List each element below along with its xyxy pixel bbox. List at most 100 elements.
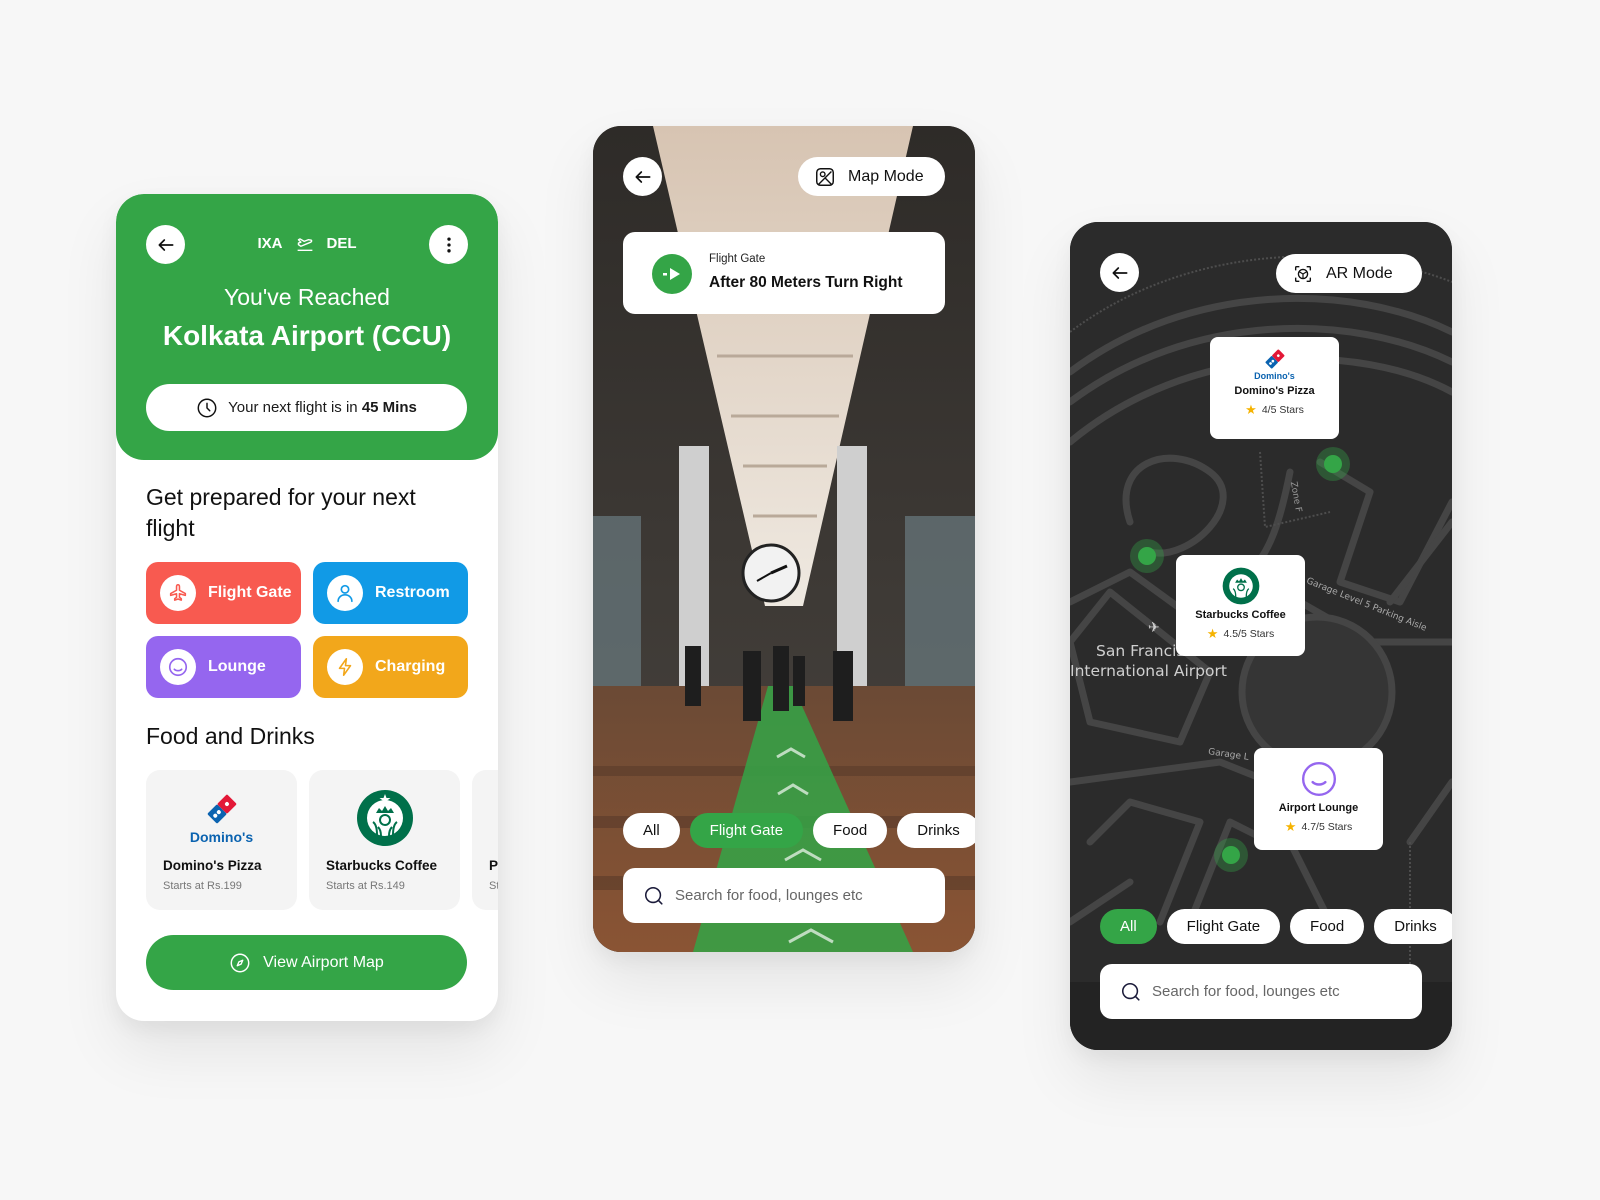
back-button[interactable] [1100,253,1139,292]
starbucks-logo [1176,567,1305,605]
map-marker[interactable] [1214,838,1248,872]
poi-rating: ★ 4.5/5 Stars [1176,626,1305,642]
chip-food[interactable]: Food [1290,909,1365,944]
greeting-text: You've Reached [224,284,390,310]
map-mode-button[interactable]: Map Mode [798,157,945,196]
poi-name: Domino's Pizza [1234,385,1315,397]
home-screen: IXA DEL You've Reached Kolkata Airport (… [116,194,498,1021]
poi-rating: ★ 4/5 Stars [1210,402,1339,418]
lightning-icon [338,657,352,677]
poi-rating-text: 4/5 Stars [1261,404,1304,416]
quick-action-label: Flight Gate [208,584,292,601]
arrow-left-icon [1112,266,1127,279]
poi-card-lounge[interactable]: Airport Lounge ★ 4.7/5 Stars [1254,748,1383,850]
starbucks-logo [309,788,460,848]
search-icon [1121,982,1140,1001]
quick-action-charging[interactable]: Charging [313,636,468,698]
back-button[interactable] [623,157,662,196]
quick-action-label: Restroom [375,584,450,601]
quick-action-flight-gate[interactable]: Flight Gate [146,562,301,624]
food-section-title: Food and Drinks [146,723,315,749]
view-airport-map-button[interactable]: View Airport Map [146,935,467,990]
chip-food[interactable]: Food [813,813,888,848]
more-vertical-icon [446,237,451,252]
food-name: Pi [489,858,498,873]
category-chips: All Flight Gate Food Drinks [623,813,975,848]
next-flight-prefix: Your next flight is in [228,399,362,416]
clock-icon [197,398,217,417]
map-marker[interactable] [1316,447,1350,481]
dominos-tile-icon [207,794,236,824]
prepare-title-line1: Get prepared for your next [146,484,416,510]
ar-mode-button[interactable]: AR Mode [1276,254,1422,293]
next-flight-time: 45 Mins [361,399,417,416]
prepare-title-line2: flight [146,515,195,541]
smile-icon [1301,761,1336,797]
search-input[interactable]: Search for food, lounges etc [623,868,945,923]
chip-all[interactable]: All [1100,909,1157,944]
airport-name: Kolkata Airport (CCU) [162,320,452,351]
starbucks-siren-icon [356,790,413,846]
dominos-wordmark: Domino's [189,829,254,845]
ar-mode-label: AR Mode [1326,264,1393,282]
smile-icon [168,657,188,677]
chip-all[interactable]: All [623,813,680,848]
map-marker[interactable] [1130,539,1164,573]
poi-name: Starbucks Coffee [1195,609,1286,621]
route-to: DEL [326,234,357,252]
poi-rating: ★ 4.7/5 Stars [1254,819,1383,835]
search-icon [644,886,663,905]
quick-action-label: Lounge [208,658,266,675]
destination-label: Flight Gate [709,253,766,265]
starbucks-siren-icon [1222,567,1259,605]
poi-card-starbucks[interactable]: Starbucks Coffee ★ 4.5/5 Stars [1176,555,1305,656]
turn-right-icon [652,254,692,294]
dominos-wordmark: Domino's [1254,371,1295,381]
chip-drinks[interactable]: Drinks [1374,909,1452,944]
compass-icon [230,953,250,972]
food-carousel[interactable]: Domino's Domino's Pizza Starts at Rs.199… [146,770,498,910]
map-screen: ✈ San Francisco International Airport Zo… [1070,222,1452,1050]
food-name: Starbucks Coffee [326,858,438,873]
airport-plane-icon: ✈ [1148,620,1160,636]
dominos-logo: Domino's [1210,347,1339,381]
search-input[interactable]: Search for food, lounges etc [1100,964,1422,1019]
header-banner: IXA DEL You've Reached Kolkata Airport (… [116,194,498,460]
food-price: Starts at Rs.149 [326,880,405,892]
flight-takeoff-icon [297,238,312,252]
navigation-instruction-card: Flight Gate After 80 Meters Turn Right [623,232,945,314]
prepare-section-title: Get prepared for your next flight [146,482,416,544]
food-card-partial[interactable]: Pi St [472,770,498,910]
dominos-logo: Domino's [146,788,297,848]
food-card-starbucks[interactable]: Starbucks Coffee Starts at Rs.149 [309,770,460,910]
ar-navigation-screen: Map Mode Flight Gate After 80 Meters Tur… [593,126,975,952]
view-map-label: View Airport Map [263,953,384,971]
chip-flight-gate[interactable]: Flight Gate [689,813,804,848]
star-icon: ★ [1206,626,1219,641]
route-from: IXA [257,234,283,252]
chip-drinks[interactable]: Drinks [897,813,975,848]
direction-instruction: After 80 Meters Turn Right [709,274,903,291]
food-name: Domino's Pizza [163,858,262,873]
chip-flight-gate[interactable]: Flight Gate [1166,909,1281,944]
person-icon [337,584,353,603]
poi-rating-text: 4.7/5 Stars [1301,821,1353,833]
quick-action-restroom[interactable]: Restroom [313,562,468,624]
map-mode-label: Map Mode [848,167,924,185]
airplane-icon [169,583,187,601]
star-icon: ★ [1245,402,1257,417]
food-card-dominos[interactable]: Domino's Domino's Pizza Starts at Rs.199 [146,770,297,910]
poi-rating-text: 4.5/5 Stars [1223,628,1275,640]
quick-action-label: Charging [375,658,446,675]
quick-action-lounge[interactable]: Lounge [146,636,301,698]
search-placeholder: Search for food, lounges etc [675,887,863,904]
food-price: St [489,880,498,892]
map-icon [816,167,834,186]
next-flight-pill: Your next flight is in 45 Mins [146,384,467,431]
food-price: Starts at Rs.199 [163,880,242,892]
search-placeholder: Search for food, lounges etc [1152,983,1340,1000]
poi-name: Airport Lounge [1278,802,1359,814]
more-options-button[interactable] [429,225,468,264]
poi-card-dominos[interactable]: Domino's Domino's Pizza ★ 4/5 Stars [1210,337,1339,439]
ar-cube-icon [1294,265,1312,282]
